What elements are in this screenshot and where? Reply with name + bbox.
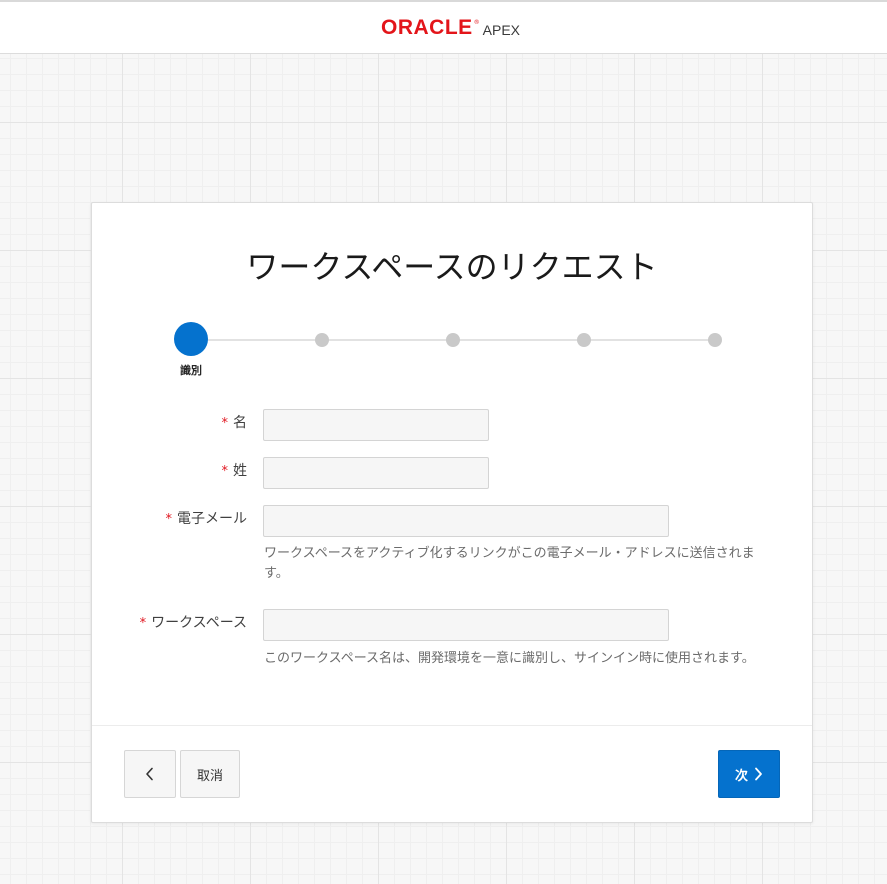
workspace-label-text: ワークスペース	[151, 615, 247, 631]
progress-step-2	[315, 333, 329, 347]
logo-registered-mark: ®	[473, 18, 480, 26]
cancel-button[interactable]: 取消	[180, 750, 240, 798]
chevron-right-icon	[754, 767, 763, 781]
logo-oracle-text: ORACLE	[380, 15, 473, 39]
last-name-label: * 姓	[222, 461, 248, 482]
page-title: ワークスペースのリクエスト	[246, 248, 658, 286]
oracle-apex-logo: ORACLE ® APEX	[380, 15, 521, 39]
first-name-label: * 名	[222, 413, 248, 434]
next-button-label: 次	[734, 768, 748, 784]
email-input[interactable]	[263, 505, 669, 537]
first-name-input[interactable]	[263, 409, 489, 441]
chevron-left-icon	[146, 767, 153, 781]
last-name-label-text: 姓	[233, 463, 247, 479]
required-marker: *	[221, 464, 229, 479]
required-marker: *	[165, 512, 173, 527]
back-button[interactable]	[124, 750, 176, 798]
workspace-help-text: このワークスペース名は、開発環境を一意に識別し、サインイン時に使用されます。	[264, 651, 755, 666]
email-label-text: 電子メール	[177, 511, 247, 527]
last-name-input[interactable]	[263, 457, 489, 489]
email-help-text: ワークスペースをアクティブ化するリンクがこの電子メール・アドレスに送信されます。	[264, 546, 755, 581]
wizard-card: ワークスペースのリクエスト 識別 * 名 * 姓 * 電子メール ワークスペースをアク…	[91, 202, 813, 823]
required-marker: *	[139, 616, 147, 631]
workspace-input[interactable]	[263, 609, 669, 641]
progress-step-1-current	[174, 322, 208, 356]
logo-apex-text: APEX	[482, 21, 521, 38]
progress-step-label: 識別	[180, 364, 202, 377]
required-marker: *	[221, 416, 229, 431]
progress-step-4	[577, 333, 591, 347]
app-header: ORACLE ® APEX	[0, 0, 887, 54]
progress-step-5	[708, 333, 722, 347]
wizard-progress: 識別	[174, 321, 734, 381]
email-label: * 電子メール	[166, 509, 248, 530]
progress-step-3	[446, 333, 460, 347]
workspace-label: * ワークスペース	[140, 613, 247, 634]
footer-divider	[92, 725, 812, 726]
next-button[interactable]: 次	[718, 750, 780, 798]
first-name-label-text: 名	[233, 415, 247, 431]
